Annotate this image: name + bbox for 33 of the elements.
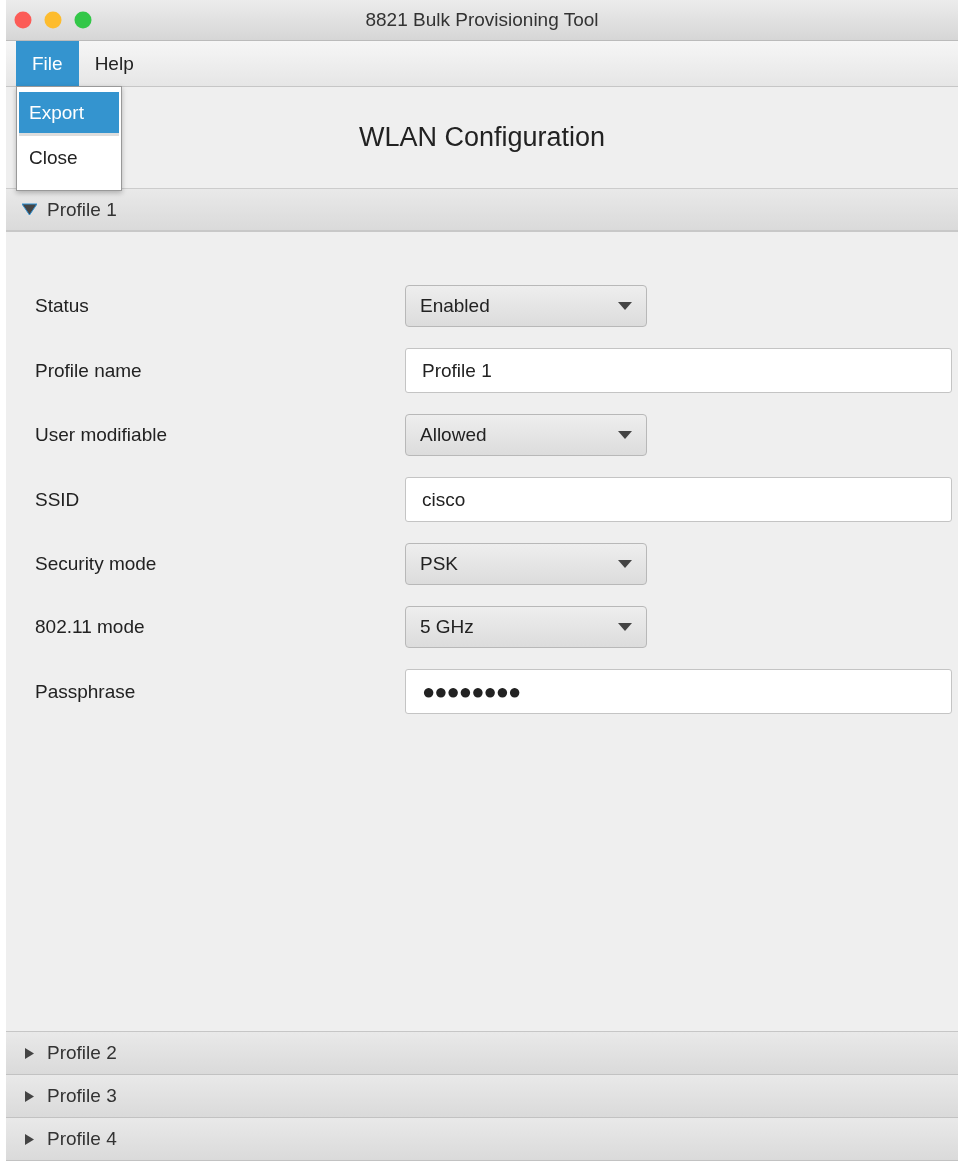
field-label: SSID [35, 488, 81, 511]
dropdown[interactable]: Enabled [405, 285, 647, 327]
field-label: Passphrase [35, 680, 137, 703]
dropdown-arrow-icon [618, 560, 632, 568]
field-label: Security mode [35, 553, 158, 575]
profile-header[interactable]: Profile 3 [6, 1075, 958, 1118]
password-field[interactable]: ●●●●●●●● [405, 669, 952, 714]
expand-triangle-icon [22, 1132, 37, 1146]
field-label: User modifiable [35, 424, 168, 446]
menu-item[interactable]: Help [78, 41, 150, 86]
profile-header[interactable]: Profile 2 [6, 1032, 958, 1075]
minimize-icon[interactable] [44, 11, 62, 29]
dropdown-arrow-icon [618, 302, 632, 310]
field-label: Status [35, 295, 90, 317]
page-heading: WLAN Configuration [358, 122, 606, 153]
dropdown[interactable]: 5 GHz [405, 606, 647, 648]
dropdown-arrow-icon [618, 431, 632, 439]
field-label: 802.11 mode [35, 616, 146, 638]
profile-header[interactable]: Profile 1 [6, 189, 958, 232]
field-label: Profile name [35, 359, 143, 382]
expand-triangle-icon [22, 1089, 37, 1103]
window-title: 8821 Bulk Provisioning Tool [365, 9, 599, 31]
profile-header[interactable]: Profile 4 [6, 1118, 958, 1161]
expand-triangle-icon [22, 1046, 37, 1060]
dropdown-arrow-icon [618, 623, 632, 631]
menu-option[interactable]: Close [19, 136, 119, 180]
input-field[interactable]: cisco [405, 477, 952, 522]
dropdown[interactable]: Allowed [405, 414, 647, 456]
input-field[interactable]: Profile 1 [405, 348, 952, 393]
dropdown[interactable]: PSK [405, 543, 647, 585]
collapse-triangle-icon [22, 203, 37, 216]
close-icon[interactable] [14, 11, 32, 29]
zoom-icon[interactable] [74, 11, 92, 29]
